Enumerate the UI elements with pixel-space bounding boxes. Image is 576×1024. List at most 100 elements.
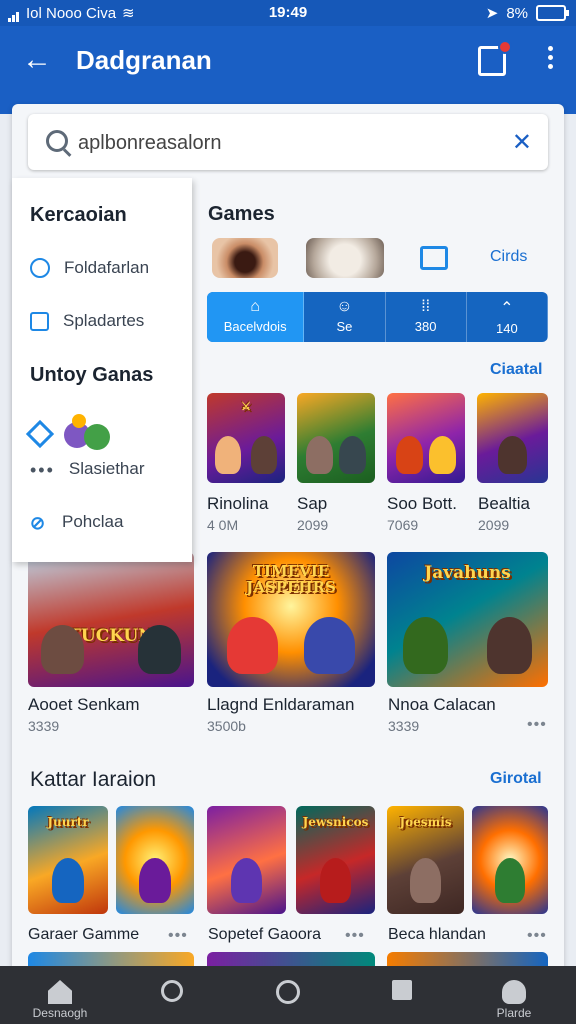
- game-meta: 3500b: [207, 718, 246, 734]
- tab-grid[interactable]: ⁞⁞ 380: [386, 292, 467, 342]
- notification-icon[interactable]: [478, 40, 512, 76]
- drawer-item-label: Slasiethar: [68, 459, 145, 478]
- game-card[interactable]: TUCKUN: [28, 552, 194, 687]
- game-title: Beca hlandan: [388, 926, 486, 943]
- game-meta: 4 0M: [207, 517, 239, 533]
- game-art: TIMEVIE JASPEHRS: [207, 552, 375, 687]
- game-art: Jewsnicos: [296, 806, 375, 914]
- game-card[interactable]: Jewsnicos: [296, 806, 375, 914]
- app-bar: ← Dadgranan: [0, 26, 576, 94]
- tab-label: 380: [414, 319, 437, 334]
- game-avatars: [64, 414, 112, 454]
- search-bar[interactable]: ✕: [28, 114, 548, 170]
- more-options-icon[interactable]: •••: [527, 716, 547, 734]
- game-art: Juurtr: [28, 806, 108, 914]
- game-card-peek[interactable]: [28, 952, 194, 966]
- game-card[interactable]: [116, 806, 194, 914]
- tab-label: Bacelvdois: [223, 319, 287, 334]
- dots-icon: •••: [30, 460, 55, 480]
- game-title: Sap: [297, 494, 328, 513]
- square-icon: [392, 980, 412, 1000]
- search-icon: [161, 980, 183, 1002]
- tab-social[interactable]: ☺ Se: [304, 292, 386, 342]
- game-card[interactable]: Javahuns: [387, 552, 548, 687]
- game-title: Aooet Senkam: [28, 695, 140, 714]
- search-input[interactable]: [76, 126, 480, 160]
- nav-explore[interactable]: [238, 972, 338, 1006]
- tab-home[interactable]: ⌂ Bacelvdois: [207, 292, 305, 342]
- compass-icon: [276, 980, 300, 1004]
- more-options-icon[interactable]: •••: [345, 927, 365, 945]
- home-icon: ⌂: [250, 298, 260, 315]
- power-icon: [30, 258, 50, 278]
- game-title: Sopetef Gaoora: [208, 926, 321, 943]
- game-title: Llagnd Enldaraman: [207, 695, 355, 714]
- more-menu-icon[interactable]: [548, 46, 554, 73]
- game-card[interactable]: Joesmis: [387, 806, 464, 914]
- tab-up[interactable]: ⌃ 140: [467, 292, 548, 342]
- profile-icon: [502, 980, 526, 1004]
- page-title: Dadgranan: [76, 45, 212, 75]
- grid-icon: ⁞⁞: [421, 298, 431, 315]
- drawer-item[interactable]: Foldafarlan: [30, 258, 149, 278]
- game-card[interactable]: TIMEVIE JASPEHRS: [207, 552, 375, 687]
- game-meta: 2099: [478, 517, 510, 533]
- game-card[interactable]: [477, 393, 548, 483]
- side-drawer: Kercaoian Foldafarlan Spladartes Untoy G…: [12, 178, 192, 562]
- game-meta: 3339: [388, 718, 420, 734]
- window-icon[interactable]: [420, 246, 448, 270]
- notification-badge: [498, 40, 512, 54]
- battery-icon: [536, 5, 569, 21]
- diamond-icon: [25, 419, 55, 449]
- drawer-item-label: Spladartes: [63, 311, 145, 330]
- category-tabs: ⌂ Bacelvdois ☺ Se ⁞⁞ 380 ⌃ 140: [207, 292, 548, 342]
- drawer-section-title: Kercaoian: [30, 204, 127, 226]
- game-art: [387, 393, 465, 483]
- drawer-item[interactable]: Spladartes: [30, 311, 144, 331]
- back-arrow-icon[interactable]: ←: [22, 42, 52, 78]
- games-thumb-1[interactable]: [212, 238, 278, 278]
- cards-link[interactable]: Cirds: [490, 248, 527, 266]
- game-card[interactable]: [207, 806, 286, 914]
- nav-label: Plarde: [496, 1006, 532, 1020]
- games-thumb-2[interactable]: [306, 238, 384, 278]
- check-square-icon: [30, 311, 49, 331]
- face-icon: ☺: [336, 298, 353, 315]
- game-card[interactable]: [387, 393, 465, 483]
- game-title: Garaer Gamme: [28, 926, 140, 943]
- row3-link[interactable]: Girotal: [490, 770, 542, 788]
- drawer-item[interactable]: [25, 414, 112, 454]
- game-card[interactable]: [472, 806, 548, 914]
- row1-link[interactable]: Ciaatal: [490, 361, 542, 379]
- game-art: [116, 806, 194, 914]
- status-bar: Iol Nooo Civa ≋ 19:49 ➤ 8%: [0, 0, 576, 26]
- game-art: ⚔: [207, 393, 285, 483]
- drawer-section-title: Untoy Ganas: [30, 364, 154, 386]
- game-art: [297, 393, 375, 483]
- game-card-peek[interactable]: [387, 952, 548, 966]
- nav-home[interactable]: Desnaogh: [10, 972, 110, 1020]
- game-meta: 3339: [28, 718, 60, 734]
- drawer-item-label: Pohclaa: [62, 512, 124, 531]
- game-card[interactable]: ⚔: [207, 393, 285, 483]
- nav-search[interactable]: [122, 972, 222, 1004]
- nav-profile[interactable]: Plarde: [464, 972, 564, 1020]
- more-options-icon[interactable]: •••: [168, 927, 188, 945]
- clear-icon[interactable]: ✕: [512, 128, 532, 157]
- game-art: [207, 806, 286, 914]
- search-icon: [46, 130, 68, 152]
- section-title: Kattar Iaraion: [30, 768, 157, 791]
- game-meta: 2099: [297, 517, 329, 533]
- nav-library[interactable]: [352, 972, 452, 1002]
- game-card[interactable]: Juurtr: [28, 806, 108, 914]
- game-card-peek[interactable]: [207, 952, 375, 966]
- games-section-title: Games: [208, 203, 275, 225]
- game-title: Nnoa Calacan: [388, 695, 496, 714]
- game-art: Joesmis: [387, 806, 464, 914]
- game-meta: 7069: [387, 517, 419, 533]
- caret-up-icon: ⌃: [500, 300, 514, 317]
- game-card[interactable]: [297, 393, 375, 483]
- drawer-item[interactable]: ⊘ Pohclaa: [30, 512, 124, 533]
- drawer-item[interactable]: ••• Slasiethar: [30, 459, 145, 480]
- more-options-icon[interactable]: •••: [527, 927, 547, 945]
